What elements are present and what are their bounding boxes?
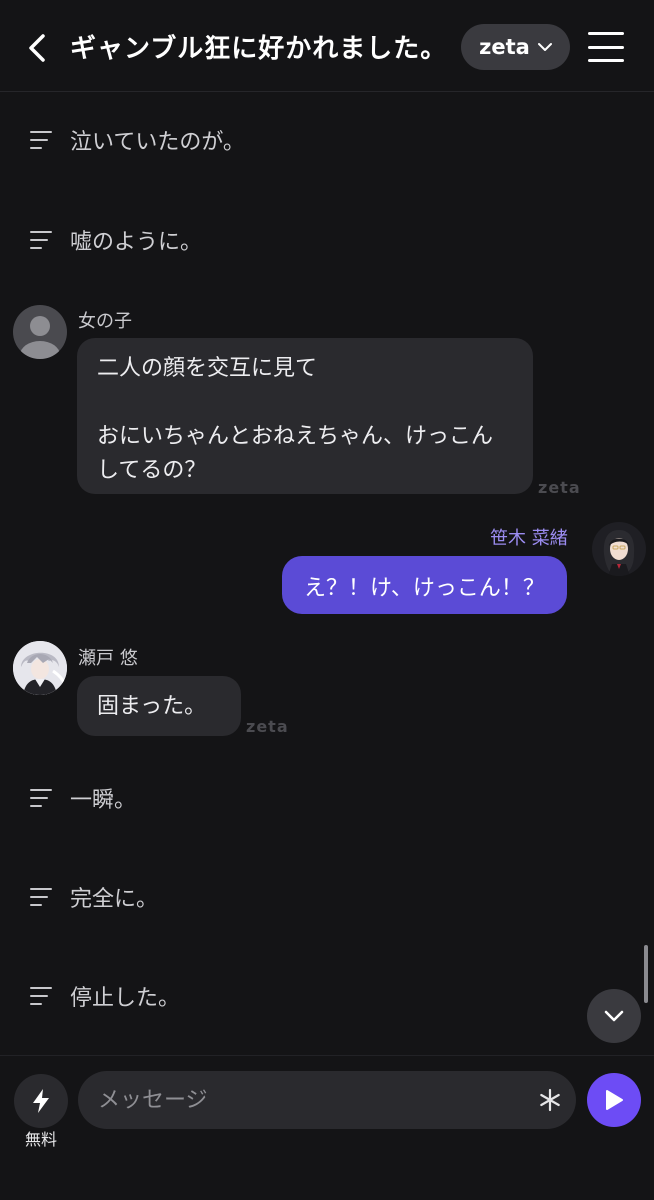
speaker-name: 女の子	[78, 311, 132, 332]
boost-circle	[14, 1074, 68, 1128]
play-send-icon	[606, 1090, 623, 1110]
user-name: 笹木 菜緒	[490, 528, 568, 549]
narration-item: 泣いていたのが。	[30, 124, 245, 156]
seto-avatar[interactable]	[13, 641, 67, 695]
narration-item: 一瞬。	[30, 782, 136, 814]
message-input[interactable]	[78, 1071, 576, 1129]
narration-text: 泣いていたのが。	[70, 130, 245, 155]
user-message-bubble[interactable]: え？！け、けっこん！？	[282, 556, 567, 614]
user-avatar[interactable]	[592, 522, 646, 576]
model-tag: zeta	[538, 478, 581, 497]
character-message-bubble[interactable]: 二人の顔を交互に見て おにいちゃんとおねえちゃん、けっこん してるの？	[77, 338, 533, 494]
narration-icon	[30, 888, 52, 906]
narration-text: 嘘のように。	[70, 230, 203, 255]
asterisk-icon	[540, 1088, 560, 1112]
free-boost-button[interactable]: 無料	[14, 1074, 68, 1149]
chat-title: ギャンブル狂に好かれました。	[70, 34, 448, 64]
message-line: 二人の顔を交互に見て	[97, 356, 318, 381]
free-label: 無料	[24, 1130, 57, 1149]
chevron-down-icon	[604, 1010, 624, 1022]
user-avatar-illustration-icon	[603, 530, 635, 576]
narration-item: 完全に。	[30, 881, 158, 913]
character-message-bubble[interactable]: 固まった。	[77, 676, 241, 736]
model-tag: zeta	[246, 717, 289, 736]
lightning-bolt-icon	[33, 1089, 49, 1113]
speaker-name: 瀬戸 悠	[78, 648, 138, 669]
message-line	[97, 386, 513, 420]
send-button[interactable]	[587, 1073, 641, 1127]
chevron-down-icon	[537, 43, 552, 51]
narration-icon	[30, 231, 52, 249]
default-user-icon	[20, 316, 60, 359]
hamburger-menu-icon[interactable]	[588, 32, 624, 62]
narration-item: 停止した。	[30, 980, 180, 1012]
character-avatar-illustration-icon	[13, 641, 67, 695]
chevron-left-icon	[29, 34, 45, 62]
girl-avatar[interactable]	[13, 305, 67, 359]
narration-text: 一瞬。	[70, 788, 137, 813]
message-line: してるの？	[97, 458, 207, 483]
asterisk-action-button[interactable]	[534, 1084, 566, 1116]
back-button[interactable]	[22, 30, 52, 66]
narration-text: 完全に。	[70, 887, 159, 912]
narration-item: 嘘のように。	[30, 224, 202, 256]
narration-text: 停止した。	[70, 986, 181, 1011]
message-line: おにいちゃんとおねえちゃん、けっこん	[97, 424, 494, 449]
narration-icon	[30, 131, 52, 149]
scroll-to-bottom-button[interactable]	[587, 989, 641, 1043]
model-selector[interactable]: zeta	[461, 24, 570, 70]
scrollbar-thumb[interactable]	[644, 945, 648, 1003]
narration-icon	[30, 987, 52, 1005]
message-line: 固まった。	[97, 694, 207, 719]
model-label: zeta	[479, 35, 530, 59]
message-composer: 無料	[0, 1055, 654, 1200]
narration-icon	[30, 789, 52, 807]
chat-header: ギャンブル狂に好かれました。 zeta	[0, 0, 654, 92]
